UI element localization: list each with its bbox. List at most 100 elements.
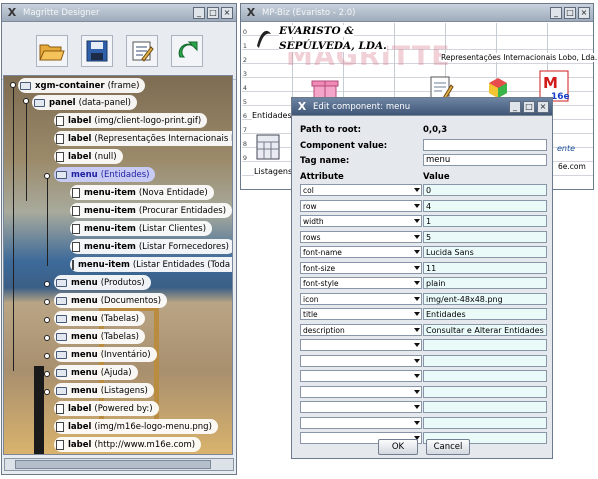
attribute-select[interactable]: font-style xyxy=(300,277,422,289)
attribute-value-field[interactable] xyxy=(423,416,547,429)
tree-toggle-icon[interactable] xyxy=(44,335,50,341)
tree-toggle-icon[interactable] xyxy=(10,82,16,88)
dropdown-arrow-icon[interactable] xyxy=(414,234,420,239)
designer-titlebar[interactable]: X Magritte Designer _ □ × xyxy=(2,4,236,22)
attribute-value-field[interactable] xyxy=(423,401,547,413)
mpbiz-titlebar[interactable]: X MP-Biz (Evaristo - 2.0) _ □ × xyxy=(241,4,593,22)
attribute-select[interactable]: description xyxy=(300,323,422,336)
attribute-value-field[interactable]: 4 xyxy=(423,199,547,212)
tree-node[interactable]: menu-item (Procurar Entidades) xyxy=(70,203,232,218)
maximize-button[interactable]: □ xyxy=(564,6,576,19)
close-button[interactable]: × xyxy=(537,100,549,113)
dropdown-arrow-icon[interactable] xyxy=(414,405,420,409)
dropdown-arrow-icon[interactable] xyxy=(414,358,420,363)
attribute-select[interactable]: rows xyxy=(300,230,422,243)
tree-node[interactable]: panel (data-panel) xyxy=(32,95,137,110)
attribute-select[interactable] xyxy=(300,401,422,413)
tree-toggle-icon[interactable] xyxy=(44,281,50,287)
tree-toggle-icon[interactable] xyxy=(44,371,50,377)
tree-node[interactable]: menu (Listagens) xyxy=(54,383,154,398)
attribute-value-field[interactable]: 5 xyxy=(423,230,547,243)
tree-node[interactable]: menu (Inventário) xyxy=(54,347,157,362)
attribute-value-field[interactable]: plain xyxy=(423,277,547,289)
dropdown-arrow-icon[interactable] xyxy=(414,343,420,347)
dropdown-arrow-icon[interactable] xyxy=(414,265,420,270)
dropdown-arrow-icon[interactable] xyxy=(414,374,420,378)
attribute-value-field[interactable]: Consultar e Alterar Entidades xyxy=(423,323,547,336)
tree-toggle-icon[interactable] xyxy=(44,317,50,323)
tree-node[interactable]: menu-item (Listar Clientes) xyxy=(70,221,213,236)
dropdown-arrow-icon[interactable] xyxy=(414,389,420,394)
tree-toggle-icon[interactable] xyxy=(44,173,50,179)
tree-node[interactable]: label (http://www.m16e.com) xyxy=(54,437,202,452)
maximize-button[interactable]: □ xyxy=(207,6,219,19)
dropdown-arrow-icon[interactable] xyxy=(414,420,420,425)
tree-node[interactable]: menu (Tabelas) xyxy=(54,311,145,326)
dropdown-arrow-icon[interactable] xyxy=(414,312,420,316)
attribute-select[interactable]: icon xyxy=(300,292,422,305)
component-value-field[interactable] xyxy=(423,139,547,151)
tree-toggle-icon[interactable] xyxy=(23,98,29,104)
attribute-value-field[interactable]: 11 xyxy=(423,261,547,274)
attribute-select[interactable]: font-name xyxy=(300,246,422,258)
tree-toggle-icon[interactable] xyxy=(44,299,50,305)
tree-node[interactable]: label (null) xyxy=(54,149,123,164)
dropdown-arrow-icon[interactable] xyxy=(414,296,420,301)
tree-node[interactable]: menu (Produtos) xyxy=(54,275,151,290)
tree-node[interactable]: menu (Tabelas) xyxy=(54,329,145,344)
attribute-value-field[interactable]: 1 xyxy=(423,215,547,227)
scrollbar-thumb[interactable] xyxy=(15,460,211,469)
close-button[interactable]: × xyxy=(221,6,233,19)
edit-properties-button[interactable] xyxy=(125,34,158,67)
attribute-value-field[interactable] xyxy=(423,339,547,351)
attribute-select[interactable]: width xyxy=(300,215,422,227)
tree-node[interactable]: menu (Ajuda) xyxy=(54,365,138,380)
dropdown-arrow-icon[interactable] xyxy=(414,203,420,208)
tree-node[interactable]: label (img/client-logo-print.gif) xyxy=(54,113,208,128)
dialog-titlebar[interactable]: X Edit component: menu _ □ × xyxy=(292,98,552,116)
close-button[interactable]: × xyxy=(578,6,590,19)
tree-node[interactable]: label (Representações Internacionais Lo xyxy=(54,131,232,146)
dropdown-arrow-icon[interactable] xyxy=(414,281,420,285)
attribute-select[interactable] xyxy=(300,370,422,382)
attribute-select[interactable] xyxy=(300,416,422,429)
minimize-button[interactable]: _ xyxy=(509,100,521,113)
attribute-value-field[interactable]: 0 xyxy=(423,184,547,196)
attribute-select[interactable]: font-size xyxy=(300,261,422,274)
entidades-label[interactable]: Entidades xyxy=(252,111,292,120)
tree-node[interactable]: menu-item (Listar Entidades (Toda xyxy=(70,257,232,272)
minimize-button[interactable]: _ xyxy=(550,6,562,19)
dropdown-arrow-icon[interactable] xyxy=(414,188,420,192)
dropdown-arrow-icon[interactable] xyxy=(414,250,420,254)
tree-toggle-icon[interactable] xyxy=(44,389,50,395)
ok-button[interactable]: OK xyxy=(378,439,418,455)
tree-node[interactable]: menu (Documentos) xyxy=(54,293,168,308)
attribute-select[interactable] xyxy=(300,354,422,367)
tree-node-selected[interactable]: menu (Entidades) xyxy=(54,167,156,182)
tree-horizontal-scrollbar[interactable] xyxy=(4,458,234,471)
attribute-select[interactable] xyxy=(300,385,422,398)
tree-node[interactable]: menu-item (Nova Entidade) xyxy=(70,185,214,200)
dropdown-arrow-icon[interactable] xyxy=(414,327,420,332)
tag-name-field[interactable]: menu xyxy=(423,154,547,166)
listagens-label[interactable]: Listagens xyxy=(254,167,293,176)
cancel-button[interactable]: Cancel xyxy=(426,439,470,455)
save-button[interactable] xyxy=(80,34,113,67)
attribute-value-field[interactable]: img/ent-48x48.png xyxy=(423,292,547,305)
attribute-value-field[interactable] xyxy=(423,354,547,367)
attribute-select[interactable]: row xyxy=(300,199,422,212)
component-tree[interactable]: xgm-container (frame) panel (data-panel) l… xyxy=(3,75,233,455)
open-folder-button[interactable] xyxy=(35,34,68,67)
attribute-value-field[interactable] xyxy=(423,370,547,382)
attribute-value-field[interactable]: Lucida Sans xyxy=(423,246,547,258)
attribute-select[interactable]: title xyxy=(300,308,422,320)
tree-node[interactable]: label (Powered by:) xyxy=(54,401,159,416)
attribute-select[interactable] xyxy=(300,339,422,351)
maximize-button[interactable]: □ xyxy=(523,100,535,113)
website-text[interactable]: 6e.com xyxy=(558,162,586,171)
tree-node[interactable]: menu-item (Listar Fornecedores) xyxy=(70,239,232,254)
minimize-button[interactable]: _ xyxy=(193,6,205,19)
dropdown-arrow-icon[interactable] xyxy=(414,219,420,223)
tree-node[interactable]: label (img/m16e-logo-menu.png) xyxy=(54,419,218,434)
tree-toggle-icon[interactable] xyxy=(44,353,50,359)
